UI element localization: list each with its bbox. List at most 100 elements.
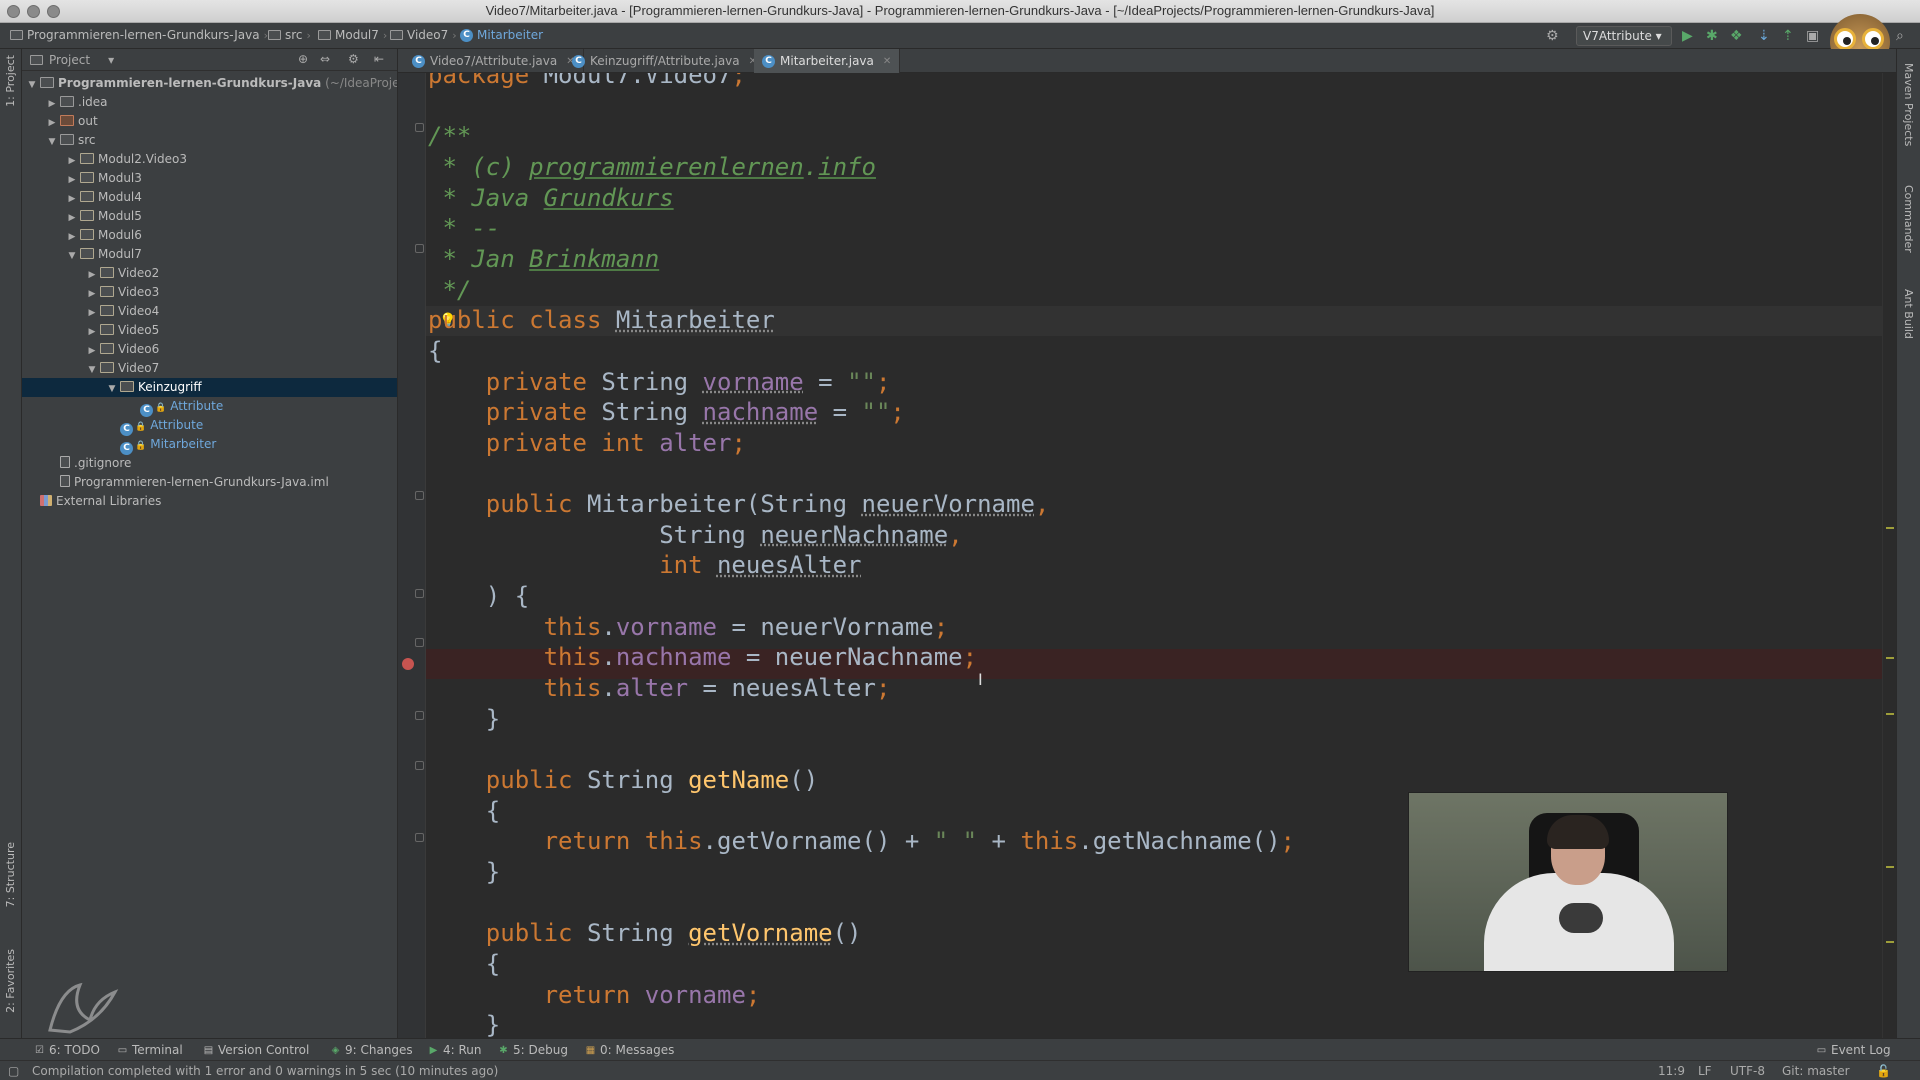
settings-icon[interactable]: ▣ — [1806, 28, 1819, 44]
tree-item[interactable]: C 🔒 Mitarbeiter — [22, 435, 397, 455]
tree-item[interactable]: ▶ Modul6 — [22, 226, 397, 245]
code-line[interactable]: * Jan Brinkmann — [428, 244, 1868, 274]
collapse-all-icon[interactable]: ⇔ — [320, 52, 330, 66]
caret-position[interactable]: 11:9 — [1658, 1064, 1685, 1078]
vcs-commit-icon[interactable]: ⇡ — [1782, 28, 1794, 44]
tool-run[interactable]: ▶ 4: Run — [428, 1043, 482, 1057]
editor-scrollbar[interactable] — [1882, 73, 1896, 1038]
breadcrumb-src[interactable]: src › — [268, 28, 311, 42]
tree-item[interactable]: ▼ Keinzugriff — [22, 378, 397, 397]
tool-window-favorites[interactable]: 2: Favorites — [4, 949, 17, 1013]
tree-item[interactable]: ▶ Modul2.Video3 — [22, 150, 397, 169]
tree-item[interactable]: ▶ Video3 — [22, 283, 397, 302]
tree-item[interactable]: ▶ Modul4 — [22, 188, 397, 207]
code-line[interactable]: ) { — [428, 581, 1868, 611]
tree-item[interactable]: ▶ Modul5 — [22, 207, 397, 226]
code-line[interactable]: public class Mitarbeiter — [428, 305, 1868, 335]
close-icon[interactable]: ✕ — [883, 56, 891, 67]
breadcrumb-video7[interactable]: Video7 › — [390, 28, 457, 42]
code-line[interactable]: int neuesAlter — [428, 550, 1868, 580]
coverage-icon[interactable]: ❖ — [1730, 28, 1743, 44]
code-line[interactable]: public Mitarbeiter(String neuerVorname, — [428, 489, 1868, 519]
file-encoding[interactable]: UTF-8 — [1730, 1064, 1765, 1078]
tree-item[interactable]: ▼ Video7 — [22, 359, 397, 378]
code-line[interactable]: } — [428, 704, 1868, 734]
tool-window-commander[interactable]: Commander — [1902, 185, 1915, 253]
project-view-select[interactable]: Project — [49, 53, 90, 67]
tab-keinzugriff-attribute[interactable]: C Keinzugriff/Attribute.java ✕ — [564, 49, 767, 73]
fold-icon[interactable] — [415, 638, 424, 647]
scroll-from-source-icon[interactable]: ⊕ — [298, 52, 308, 66]
tool-event-log[interactable]: ▭ Event Log — [1816, 1043, 1891, 1057]
tool-window-structure[interactable]: 7: Structure — [4, 842, 17, 907]
code-line[interactable]: return vorname; — [428, 980, 1868, 1010]
tree-item[interactable]: .gitignore — [22, 454, 397, 473]
tree-item[interactable]: External Libraries — [22, 492, 397, 511]
git-branch[interactable]: Git: master — [1782, 1064, 1850, 1078]
tool-terminal[interactable]: ▭ Terminal — [117, 1043, 183, 1057]
tool-window-maven[interactable]: Maven Projects — [1902, 63, 1915, 146]
code-line[interactable]: { — [428, 336, 1868, 366]
tool-window-project[interactable]: 1: Project — [4, 55, 17, 107]
tab-video7-attribute[interactable]: C Video7/Attribute.java ✕ — [404, 49, 584, 73]
tree-item[interactable]: ▶ Video4 — [22, 302, 397, 321]
status-message[interactable]: Compilation completed with 1 error and 0… — [32, 1064, 498, 1078]
code-line[interactable] — [428, 91, 1868, 121]
fold-icon[interactable] — [415, 589, 424, 598]
code-line[interactable]: this.vorname = neuerVorname; — [428, 612, 1868, 642]
breadcrumb-mitarbeiter[interactable]: C Mitarbeiter — [460, 28, 543, 42]
tree-item[interactable]: ▶ .idea — [22, 93, 397, 112]
fold-icon[interactable] — [415, 244, 424, 253]
fold-icon[interactable] — [415, 833, 424, 842]
line-separator[interactable]: LF — [1698, 1064, 1712, 1078]
tool-debug[interactable]: ✱ 5: Debug — [498, 1043, 568, 1057]
vcs-update-icon[interactable]: ⇣ — [1758, 28, 1770, 44]
error-stripe-mark[interactable] — [1886, 657, 1894, 659]
project-structure-icon[interactable]: ⚙ — [1546, 28, 1559, 44]
code-line[interactable]: } — [428, 1010, 1868, 1038]
code-line[interactable]: this.nachname = neuerNachname; — [428, 642, 1868, 672]
code-line[interactable] — [428, 458, 1868, 488]
code-line[interactable] — [428, 734, 1868, 764]
tree-item[interactable]: ▶ Video6 — [22, 340, 397, 359]
error-stripe-mark[interactable] — [1886, 941, 1894, 943]
breakpoint-icon[interactable] — [402, 658, 414, 670]
tool-window-ant-build[interactable]: Ant Build — [1902, 289, 1915, 339]
code-line[interactable]: */ — [428, 275, 1868, 305]
editor-gutter[interactable] — [398, 73, 426, 1038]
tree-item[interactable]: C 🔒 Attribute — [22, 397, 397, 417]
code-line[interactable]: /** — [428, 121, 1868, 151]
error-stripe-mark[interactable] — [1886, 866, 1894, 868]
fold-icon[interactable] — [415, 761, 424, 770]
tree-item[interactable]: ▶ Video5 — [22, 321, 397, 340]
code-line[interactable]: String neuerNachname, — [428, 520, 1868, 550]
tree-item[interactable]: ▶ Video2 — [22, 264, 397, 283]
tool-version-control[interactable]: ▤ Version Control — [203, 1043, 310, 1057]
tree-item[interactable]: C 🔒 Attribute — [22, 416, 397, 436]
tree-item[interactable]: ▶ Modul3 — [22, 169, 397, 188]
chevron-down-icon[interactable]: ▾ — [108, 53, 114, 67]
tree-item[interactable]: ▼ src — [22, 131, 397, 150]
tab-mitarbeiter[interactable]: C Mitarbeiter.java ✕ — [754, 49, 901, 73]
tree-item[interactable]: ▼ Modul7 — [22, 245, 397, 264]
hide-panel-icon[interactable]: ⇤ — [374, 52, 384, 66]
code-line[interactable]: private String vorname = ""; — [428, 367, 1868, 397]
tool-todo[interactable]: ☑ 6: TODO — [34, 1043, 100, 1057]
fold-icon[interactable] — [415, 123, 424, 132]
debug-icon[interactable]: ✱ — [1706, 28, 1718, 44]
search-icon[interactable]: ⌕ — [1896, 28, 1904, 44]
tree-item[interactable]: Programmieren-lernen-Grundkurs-Java.iml — [22, 473, 397, 492]
code-line[interactable]: * -- — [428, 213, 1868, 243]
tool-messages[interactable]: ▦ 0: Messages — [585, 1043, 675, 1057]
breadcrumb-modul7[interactable]: Modul7 › — [318, 28, 387, 42]
play-icon[interactable]: ▶ — [1682, 28, 1693, 44]
code-line[interactable]: * (c) programmierenlernen.info — [428, 152, 1868, 182]
fold-icon[interactable] — [415, 711, 424, 720]
tree-item[interactable]: ▶ out — [22, 112, 397, 131]
error-stripe-mark[interactable] — [1886, 713, 1894, 715]
run-configuration-select[interactable]: V7Attribute ▾ — [1576, 26, 1672, 46]
code-line[interactable]: private String nachname = ""; — [428, 397, 1868, 427]
code-line[interactable]: * Java Grundkurs — [428, 183, 1868, 213]
code-line[interactable]: public String getName() — [428, 765, 1868, 795]
lock-icon[interactable]: 🔓 — [1876, 1064, 1891, 1078]
